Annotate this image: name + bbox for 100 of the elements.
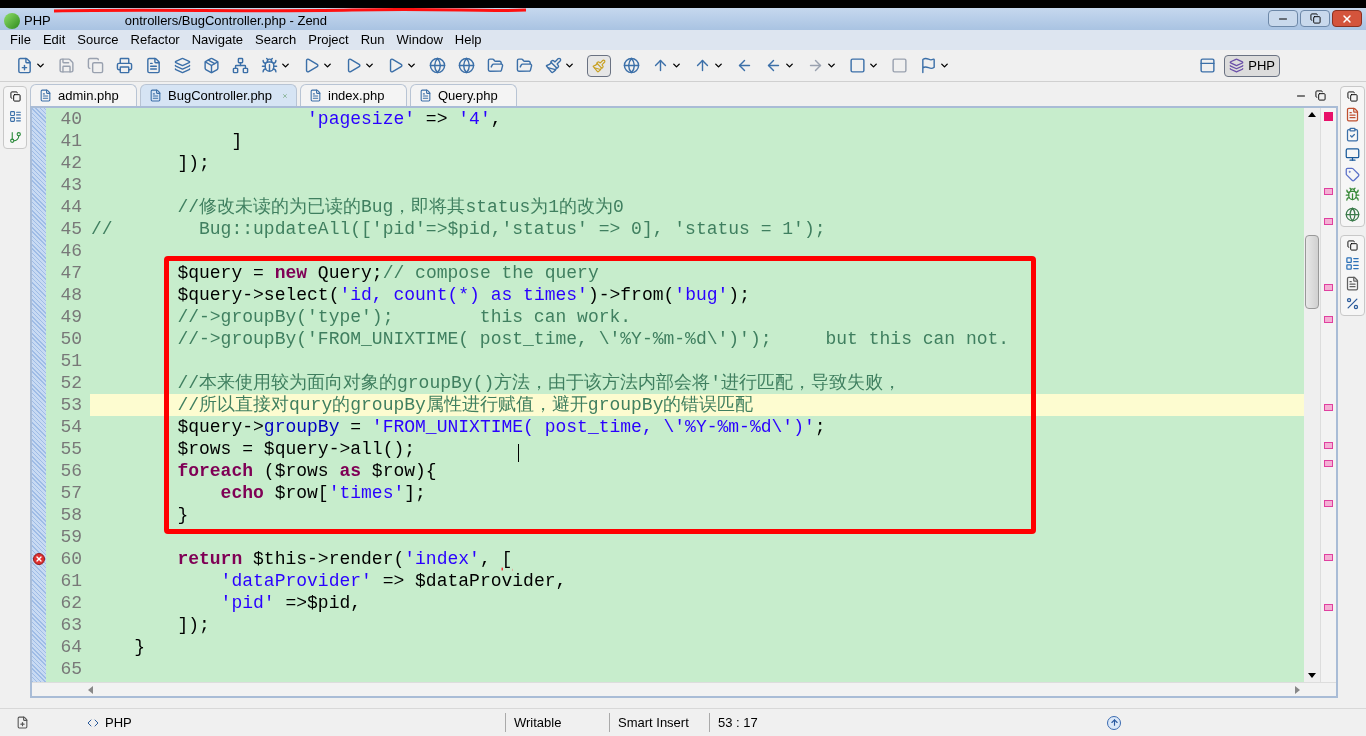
scroll-thumb[interactable] [1305, 235, 1319, 309]
dropdown-caret-icon[interactable] [564, 60, 575, 71]
restore-icon[interactable] [9, 91, 21, 102]
new-file-icon[interactable] [145, 57, 162, 74]
minimize-button[interactable] [1268, 10, 1298, 27]
line-number: 44 [59, 196, 83, 218]
network-icon[interactable] [232, 57, 249, 74]
menu-item[interactable]: Edit [36, 30, 72, 50]
editor-tab[interactable]: Query.php [410, 84, 517, 106]
globe-icon[interactable] [1344, 207, 1360, 222]
scroll-left-icon[interactable] [88, 685, 93, 694]
file-icon [309, 89, 322, 102]
line-number: 46 [59, 240, 83, 262]
file-icon [419, 89, 432, 102]
menu-item[interactable]: Help [448, 30, 488, 50]
text-cursor [518, 444, 519, 462]
dropdown-caret-icon[interactable] [322, 60, 333, 71]
dropdown-caret-icon[interactable] [35, 60, 46, 71]
dropdown-caret-icon[interactable] [784, 60, 795, 71]
document-icon[interactable] [1344, 107, 1360, 122]
occurrence-marker [1324, 442, 1333, 449]
close-button[interactable] [1332, 10, 1362, 27]
dropdown-caret-icon[interactable] [939, 60, 950, 71]
highlight-toggle[interactable] [587, 54, 611, 77]
menu-item[interactable]: Source [71, 30, 125, 50]
dropdown-caret-icon[interactable] [406, 60, 417, 71]
run-icon[interactable] [303, 57, 320, 74]
hierarchy-icon[interactable] [8, 131, 22, 144]
perspective-button[interactable]: PHP [1224, 54, 1280, 77]
code-line: ] [230, 131, 243, 151]
occurrence-marker [1324, 460, 1333, 467]
code-line: } [133, 637, 145, 657]
debug-icon[interactable] [1344, 187, 1360, 202]
scroll-right-icon[interactable] [1295, 685, 1300, 694]
debug-icon[interactable] [261, 57, 278, 74]
outline-icon[interactable] [1344, 256, 1360, 271]
folder-icon[interactable] [487, 57, 504, 74]
code-line: //修改未读的为已读的Bug，即将其status为1的改为0 [176, 197, 624, 217]
occurrence-marker [1324, 604, 1333, 611]
outline-icon[interactable] [8, 110, 22, 123]
layers-icon [1229, 58, 1245, 73]
globe-icon[interactable] [458, 57, 475, 74]
globe-icon[interactable] [623, 57, 640, 74]
line-number: 45 [59, 218, 83, 240]
dropdown-caret-icon[interactable] [868, 60, 879, 71]
back-icon[interactable] [765, 57, 782, 74]
dropdown-caret-icon[interactable] [364, 60, 375, 71]
menu-item[interactable]: Refactor [124, 30, 186, 50]
error-icon[interactable] [33, 553, 45, 565]
notes-icon[interactable] [1344, 276, 1360, 291]
percent-icon[interactable] [1344, 296, 1360, 311]
occurrence-marker [1324, 316, 1333, 323]
menu-item[interactable]: Project [302, 30, 355, 50]
language-label: PHP [105, 713, 133, 732]
code-line: $query = new Query;// compose the query [176, 263, 599, 283]
editor-tab[interactable]: BugController.php [140, 84, 297, 106]
dropdown-caret-icon[interactable] [826, 60, 837, 71]
code-line: $query->groupBy = 'FROM_UNIXTIME( post_time, \'%Y-%m-%d\')'; [176, 417, 826, 437]
dropdown-caret-icon[interactable] [713, 60, 724, 71]
update-icon[interactable] [1107, 715, 1121, 730]
menu-item[interactable]: Window [390, 30, 449, 50]
brush-icon[interactable] [545, 57, 562, 74]
menu-item[interactable]: File [4, 30, 37, 50]
package-icon[interactable] [203, 57, 220, 74]
menu-item[interactable]: Search [249, 30, 303, 50]
editor-tab[interactable]: admin.php [30, 84, 137, 106]
tag-icon[interactable] [1344, 167, 1360, 182]
maximize-icon[interactable] [1315, 90, 1326, 101]
open-perspective-icon[interactable] [1199, 57, 1217, 74]
editor-tab[interactable]: index.php [300, 84, 407, 106]
code-line: //->groupBy('FROM_UNIXTIME( post_time, \'%Y-%m-%d\')'); but this can not. [176, 329, 1010, 349]
line-number: 55 [59, 438, 83, 460]
new-view-icon[interactable] [16, 716, 29, 729]
run-icon[interactable] [387, 57, 404, 74]
restore-button[interactable] [1300, 10, 1330, 27]
tasks-icon[interactable] [1344, 127, 1360, 142]
dropdown-caret-icon[interactable] [280, 60, 291, 71]
cursor-position: 53 : 17 [709, 712, 815, 733]
back-icon[interactable] [736, 57, 753, 74]
line-number: 42 [59, 152, 83, 174]
menu-item[interactable]: Navigate [185, 30, 249, 50]
restore-icon[interactable] [1346, 91, 1358, 102]
run-icon[interactable] [345, 57, 362, 74]
occurrence-marker [1324, 188, 1333, 195]
code-line: //->groupBy('type'); this can work. [176, 307, 632, 327]
folder-icon[interactable] [516, 57, 533, 74]
menu-item[interactable]: Run [354, 30, 391, 50]
code-line: //本来使用较为面向对象的groupBy()方法，由于该方法内部会将'进行匹配，导致失败， [176, 373, 902, 393]
occurrence-marker [1324, 218, 1333, 225]
dropdown-caret-icon[interactable] [671, 60, 682, 71]
print-icon[interactable] [116, 57, 133, 74]
globe-icon[interactable] [429, 57, 446, 74]
flag-icon[interactable] [920, 57, 937, 74]
code-line: ]); [176, 615, 210, 635]
console-icon[interactable] [1344, 147, 1360, 162]
line-number: 65 [59, 658, 83, 680]
layers-icon[interactable] [174, 57, 191, 74]
new-file-icon[interactable] [16, 57, 33, 74]
square-icon[interactable] [849, 57, 866, 74]
restore-icon[interactable] [1346, 240, 1358, 251]
